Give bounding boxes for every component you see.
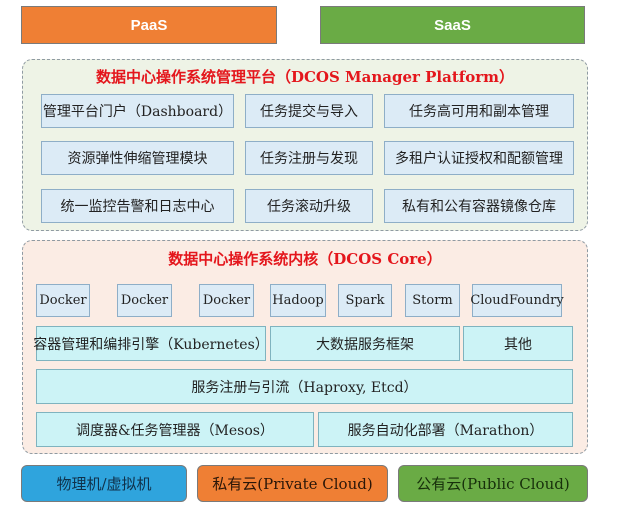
mesos-box: 调度器&任务管理器（Mesos） [36,412,314,447]
task-submit-box: 任务提交与导入 [245,94,373,128]
marathon-box: 服务自动化部署（Marathon） [318,412,573,447]
docker-chip: Docker [117,284,172,317]
docker-chip: Docker [36,284,90,317]
docker-chip: Docker [199,284,254,317]
bigdata-framework-box: 大数据服务框架 [270,326,460,361]
elastic-scaling-box: 资源弹性伸缩管理模块 [41,141,234,175]
service-registry-box: 服务注册与引流（Haproxy, Etcd） [36,369,573,404]
cloudfoundry-chip: CloudFoundry [470,284,564,317]
physical-vm-box: 物理机/虚拟机 [21,465,187,502]
task-discovery-box: 任务注册与发现 [245,141,373,175]
image-registry-box: 私有和公有容器镜像仓库 [384,189,574,223]
dashboard-box: 管理平台门户（Dashboard） [41,94,234,128]
task-ha-box: 任务高可用和副本管理 [384,94,574,128]
monitoring-box: 统一监控告警和日志中心 [41,189,234,223]
paas-bar: PaaS [21,6,277,44]
dcos-core-title: 数据中心操作系统内核（DCOS Core） [168,250,442,268]
rolling-upgrade-box: 任务滚动升级 [245,189,373,223]
private-cloud-box: 私有云(Private Cloud) [197,465,388,502]
manager-platform-title: 数据中心操作系统管理平台（DCOS Manager Platform） [95,68,515,86]
hadoop-chip: Hadoop [270,284,326,317]
kubernetes-box: 容器管理和编排引擎（Kubernetes） [33,326,269,361]
other-box: 其他 [463,326,573,361]
public-cloud-box: 公有云(Public Cloud) [398,465,588,502]
multi-tenant-box: 多租户认证授权和配额管理 [384,141,574,175]
storm-chip: Storm [405,284,460,317]
spark-chip: Spark [338,284,392,317]
saas-bar: SaaS [320,6,585,44]
